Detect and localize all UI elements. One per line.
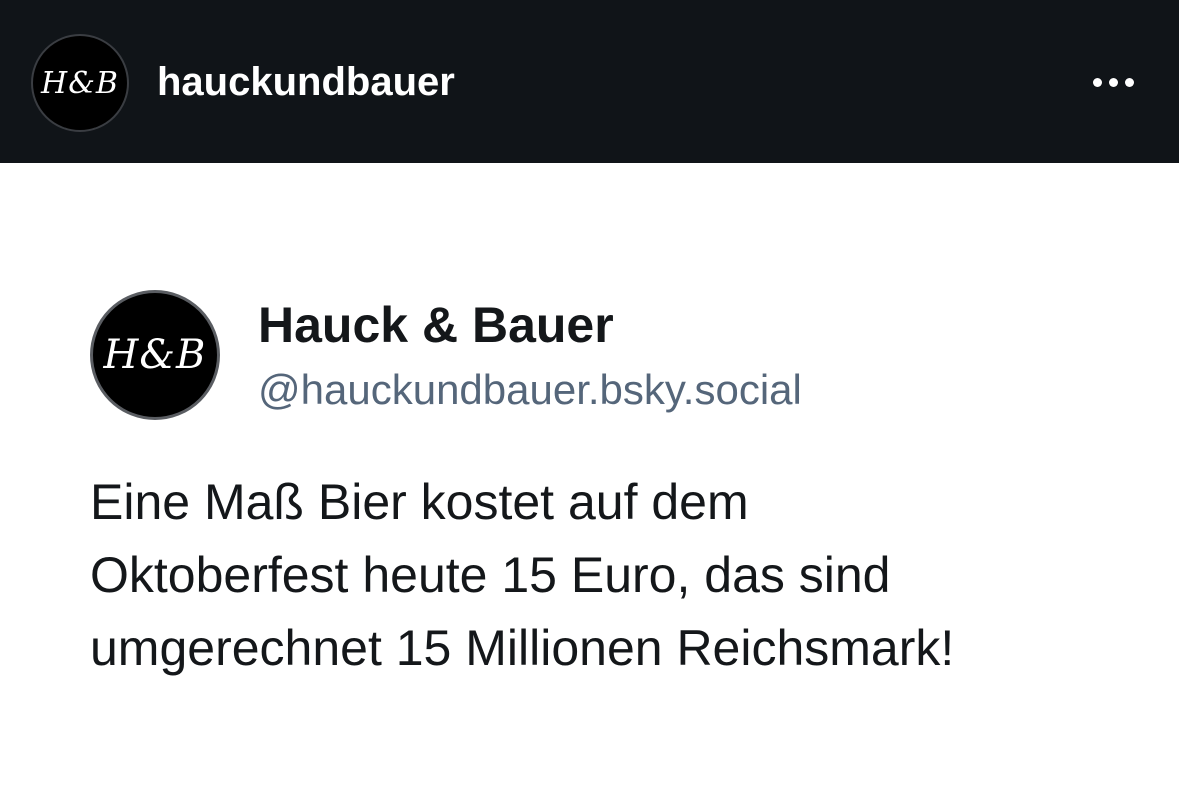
profile-avatar[interactable]: H&B (31, 34, 129, 132)
post-body: Eine Maß Bier kostet auf dem Oktoberfest… (90, 466, 1150, 685)
post-author-handle: @hauckundbauer.bsky.social (258, 366, 802, 413)
post-text-line: Eine Maß Bier kostet auf dem (90, 474, 749, 530)
more-horizontal-icon (1092, 77, 1102, 87)
more-horizontal-icon (1124, 77, 1134, 87)
post-header-bar: H&B hauckundbauer (0, 0, 1179, 163)
avatar-logo: H&B (41, 65, 119, 101)
more-options-button[interactable] (1080, 62, 1146, 102)
avatar-logo: H&B (103, 332, 207, 378)
more-horizontal-icon (1108, 77, 1118, 87)
post-text-line: umgerechnet 15 Millionen Reichsmark! (90, 620, 955, 676)
username[interactable]: hauckundbauer (157, 58, 455, 106)
post-author-name: Hauck & Bauer (258, 297, 614, 353)
post-text-line: Oktoberfest heute 15 Euro, das sind (90, 547, 891, 603)
post-author-avatar: H&B (90, 290, 220, 420)
